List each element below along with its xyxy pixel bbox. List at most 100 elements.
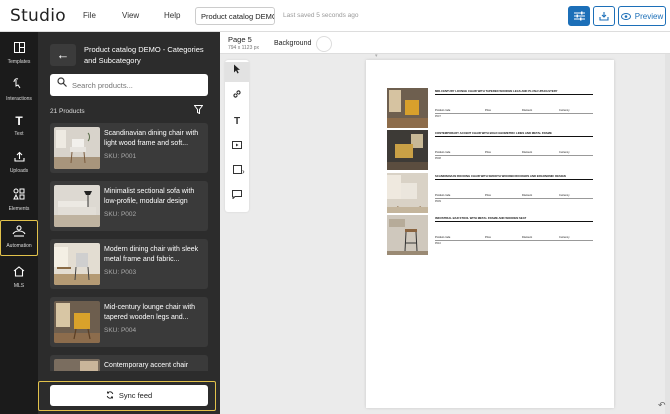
search-icon [57,77,67,90]
product-name: Scandinavian dining chair with light woo… [104,130,199,147]
catalog-item[interactable]: CONTEMPORARY ACCENT CHAIR WITH BOLD GEOM… [387,130,593,170]
download-button[interactable] [593,6,615,26]
product-thumbnail [54,127,100,169]
cursor-icon [234,64,240,74]
col-price: Price [485,236,491,239]
background-label: Background [274,40,312,47]
menu-view[interactable]: View [122,11,139,20]
col-price: Price [485,109,491,112]
col-discount: Discount [522,236,533,239]
panel-title: Product catalog DEMO - Categories and Su… [84,45,204,65]
rail-label: Elements [8,206,30,212]
rail-label: Uploads [9,168,29,174]
product-card[interactable]: Scandinavian dining chair with light woo… [50,123,208,173]
rail-item-text[interactable]: T Text [0,110,38,146]
rail-item-templates[interactable]: Templates [0,38,38,74]
chevron-right-icon[interactable]: › [242,167,245,176]
product-search [50,74,208,96]
rail-item-interactions[interactable]: Interactions [0,74,38,110]
rail-item-mls[interactable]: MLS [0,262,38,298]
studio-logo[interactable]: Studio [10,6,66,26]
product-card[interactable]: Minimalist sectional sofa with low-profi… [50,181,208,231]
uploads-icon [0,151,38,165]
rail-label: Interactions [6,96,32,102]
page-name: Page 5 [228,35,252,44]
sliders-icon [573,11,585,21]
col-discount: Discount [522,194,533,197]
tool-palette: T [225,60,249,212]
catalog-item-title: INDUSTRIAL BAR STOOL WITH METAL FRAME AN… [435,216,527,220]
product-name: Modern dining chair with sleek metal fra… [104,246,199,263]
link-tool[interactable] [225,87,249,107]
rail-item-uploads[interactable]: Uploads [0,147,38,183]
canvas-scrollbar[interactable] [665,54,670,414]
product-thumbnail [54,301,100,343]
search-input[interactable] [72,77,202,93]
select-tool[interactable] [225,62,249,82]
col-discount: Discount [522,151,533,154]
catalog-item[interactable]: MID-CENTURY LOUNGE CHAIR WITH TAPERED WO… [387,88,593,128]
catalog-image [387,173,428,213]
col-price: Price [485,151,491,154]
link-icon [233,90,241,98]
preview-button[interactable]: Preview [618,6,666,26]
col-product-code: Product code [435,194,451,197]
rail-label: Text [14,131,24,137]
interactions-icon [0,78,38,93]
download-icon [599,12,609,21]
column-rule [435,198,593,199]
text-tool[interactable]: T [225,112,249,132]
title-rule [435,221,593,222]
square-icon [232,165,242,174]
column-rule [435,113,593,114]
document-title[interactable]: Product catalog DEMO - Categories and Su… [195,7,275,25]
menu-file[interactable]: File [83,11,96,20]
catalog-item-title: SCANDINAVIAN ROCKING CHAIR WITH SMOOTH W… [435,174,566,178]
catalog-item[interactable]: SCANDINAVIAN ROCKING CHAIR WITH SMOOTH W… [387,173,593,213]
product-sku: SKU: P004 [104,327,137,334]
col-price: Price [485,194,491,197]
text-icon: T [15,114,23,128]
rail-item-automation[interactable]: Automation [0,220,38,256]
top-bar: Studio File View Help Product catalog DE… [0,0,670,32]
catalog-image [387,130,428,170]
product-card[interactable]: Mid-century lounge chair with tapered wo… [50,297,208,347]
rail-label: Templates [7,59,31,65]
col-discount: Discount [522,109,533,112]
background-swatch[interactable] [316,36,332,52]
product-sku: SKU: P002 [104,211,137,218]
video-tool[interactable] [225,137,249,157]
catalog-item-title: CONTEMPORARY ACCENT CHAIR WITH BOLD GEOM… [435,131,552,135]
rail-label: MLS [13,283,25,289]
back-button[interactable]: ← [50,44,76,66]
settings-sliders-button[interactable] [568,6,590,26]
col-currency: Currency [559,236,570,239]
catalog-item[interactable]: INDUSTRIAL BAR STOOL WITH METAL FRAME AN… [387,215,593,255]
catalog-image [387,88,428,128]
product-card[interactable]: Modern dining chair with sleek metal fra… [50,239,208,289]
title-rule [435,136,593,137]
col-product-code: Product code [435,151,451,154]
undo-icon[interactable]: ↶ [658,400,666,411]
comment-icon [232,190,242,200]
brand-name: Studio [10,6,66,26]
product-name: Minimalist sectional sofa with low-profi… [104,188,195,205]
catalog-page[interactable]: MID-CENTURY LOUNGE CHAIR WITH TAPERED WO… [366,60,614,408]
column-rule [435,240,593,241]
comment-tool[interactable] [225,187,249,207]
product-name: Contemporary accent chair [104,362,189,369]
elements-icon [0,188,38,203]
sync-feed-button[interactable]: Sync feed [50,385,208,406]
product-thumbnail [54,243,100,285]
menu-help[interactable]: Help [164,11,180,20]
product-sku: SKU: P003 [104,269,137,276]
rail-item-elements[interactable]: Elements [0,184,38,220]
product-sku: SKU: P001 [104,153,137,160]
col-product-code: Product code [435,109,451,112]
col-currency: Currency [559,109,570,112]
automation-panel: ← Product catalog DEMO - Categories and … [38,32,220,414]
title-rule [435,94,593,95]
product-card[interactable]: Contemporary accent chair [50,355,208,371]
filter-icon[interactable] [193,105,204,117]
shape-tool[interactable] [225,162,249,182]
